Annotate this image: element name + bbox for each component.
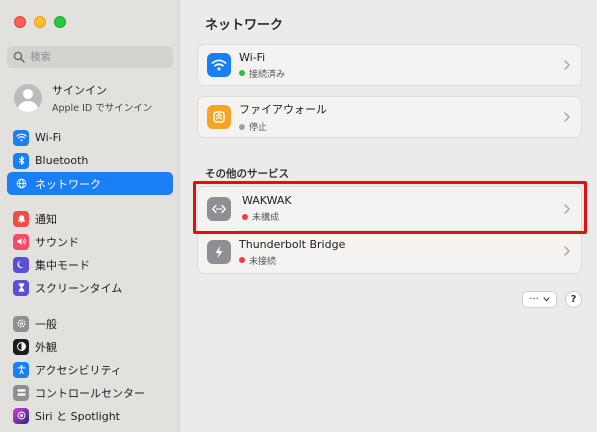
sidebar-item-wifi[interactable]: Wi-Fi xyxy=(7,126,173,149)
sidebar-item-general[interactable]: 一般 xyxy=(7,312,173,335)
sidebar-item-label: ネットワーク xyxy=(35,177,101,191)
sidebar-item-label: 通知 xyxy=(35,212,57,226)
sidebar-item-control-center[interactable]: コントロールセンター xyxy=(7,381,173,404)
sidebar-group-connectivity: Wi-Fi Bluetooth ネットワーク xyxy=(7,126,173,195)
sidebar-item-notifications[interactable]: 通知 xyxy=(7,207,173,230)
sidebar-item-accessibility[interactable]: アクセシビリティ xyxy=(7,358,173,381)
sidebar-group-general: 一般 外観 アクセシビリティ コントロールセンター Siri と Spotlig… xyxy=(7,312,173,427)
account-name: サインイン xyxy=(52,84,107,97)
sidebar: サインイン Apple ID でサインイン Wi-Fi Bluetooth ネッ… xyxy=(0,0,180,432)
sidebar-item-bluetooth[interactable]: Bluetooth xyxy=(7,149,173,172)
page-title: ネットワーク xyxy=(205,18,284,33)
moon-icon xyxy=(13,256,29,273)
sidebar-item-siri-spotlight[interactable]: Siri と Spotlight xyxy=(7,404,173,427)
main-content: ネットワーク Wi-Fi 接続済み ファイアウォール 停止 その他のサービス W… xyxy=(181,0,597,432)
service-title: Wi-Fi xyxy=(239,50,266,64)
section-label-other-services: その他のサービス xyxy=(205,168,289,180)
firewall-icon xyxy=(207,105,231,129)
hourglass-icon xyxy=(13,279,29,296)
thunderbolt-icon xyxy=(207,240,231,264)
wifi-icon xyxy=(13,129,29,146)
sidebar-item-label: Siri と Spotlight xyxy=(35,409,120,423)
sidebar-item-label: コントロールセンター xyxy=(35,386,145,400)
zoom-window-button[interactable] xyxy=(54,16,66,28)
sidebar-item-screen-time[interactable]: スクリーンタイム xyxy=(7,276,173,299)
sidebar-group-notifications: 通知 サウンド 集中モード スクリーンタイム xyxy=(7,207,173,299)
highlight-box xyxy=(193,181,587,234)
more-actions-button[interactable]: ··· xyxy=(522,291,557,308)
appearance-icon xyxy=(13,338,29,355)
bluetooth-icon xyxy=(13,152,29,169)
sidebar-item-label: サウンド xyxy=(35,235,79,249)
chevron-right-icon xyxy=(564,246,570,256)
search-input[interactable] xyxy=(30,51,160,63)
service-row-firewall[interactable]: ファイアウォール 停止 xyxy=(198,97,581,137)
service-status: 未接続 xyxy=(249,256,277,267)
search-icon xyxy=(13,51,25,63)
service-status: 停止 xyxy=(249,123,268,133)
sidebar-item-label: スクリーンタイム xyxy=(35,281,123,295)
avatar xyxy=(14,84,42,112)
minimize-window-button[interactable] xyxy=(34,16,46,28)
sidebar-item-label: 外観 xyxy=(35,340,57,354)
gear-icon xyxy=(13,315,29,332)
service-title: ファイアウォール xyxy=(239,103,327,116)
chevron-down-icon xyxy=(543,297,550,302)
sidebar-item-focus[interactable]: 集中モード xyxy=(7,253,173,276)
control-center-icon xyxy=(13,384,29,401)
service-row-thunderbolt-bridge[interactable]: Thunderbolt Bridge 未接続 xyxy=(198,231,581,273)
sidebar-item-network[interactable]: ネットワーク xyxy=(7,172,173,195)
service-row-wifi[interactable]: Wi-Fi 接続済み xyxy=(198,45,581,85)
sidebar-item-sound[interactable]: サウンド xyxy=(7,230,173,253)
service-card-firewall: ファイアウォール 停止 xyxy=(197,96,582,138)
service-card-wifi: Wi-Fi 接続済み xyxy=(197,44,582,86)
more-button-label: ··· xyxy=(529,294,539,305)
service-title: Thunderbolt Bridge xyxy=(239,237,346,251)
sidebar-item-label: Bluetooth xyxy=(35,154,89,167)
account-signin[interactable]: サインイン Apple ID でサインイン xyxy=(14,82,152,114)
sidebar-item-label: アクセシビリティ xyxy=(35,363,122,377)
sidebar-item-appearance[interactable]: 外観 xyxy=(7,335,173,358)
accessibility-icon xyxy=(13,361,29,378)
window-controls xyxy=(14,16,66,28)
wifi-icon xyxy=(207,53,231,77)
chevron-right-icon xyxy=(564,112,570,122)
status-dot-connected xyxy=(239,70,245,76)
sidebar-item-label: 集中モード xyxy=(35,258,90,272)
globe-icon xyxy=(13,175,29,192)
speaker-icon xyxy=(13,233,29,250)
sidebar-item-label: Wi-Fi xyxy=(35,131,62,144)
status-dot-disconnected xyxy=(239,257,245,263)
chevron-right-icon xyxy=(564,60,570,70)
close-window-button[interactable] xyxy=(14,16,26,28)
service-status: 接続済み xyxy=(249,69,286,80)
bell-icon xyxy=(13,210,29,227)
help-button[interactable]: ? xyxy=(565,291,582,308)
status-dot-inactive xyxy=(239,123,245,130)
siri-icon xyxy=(13,407,29,424)
account-subtitle: Apple ID でサインイン xyxy=(52,103,153,114)
search-field[interactable] xyxy=(7,46,173,68)
sidebar-item-label: 一般 xyxy=(35,317,57,331)
